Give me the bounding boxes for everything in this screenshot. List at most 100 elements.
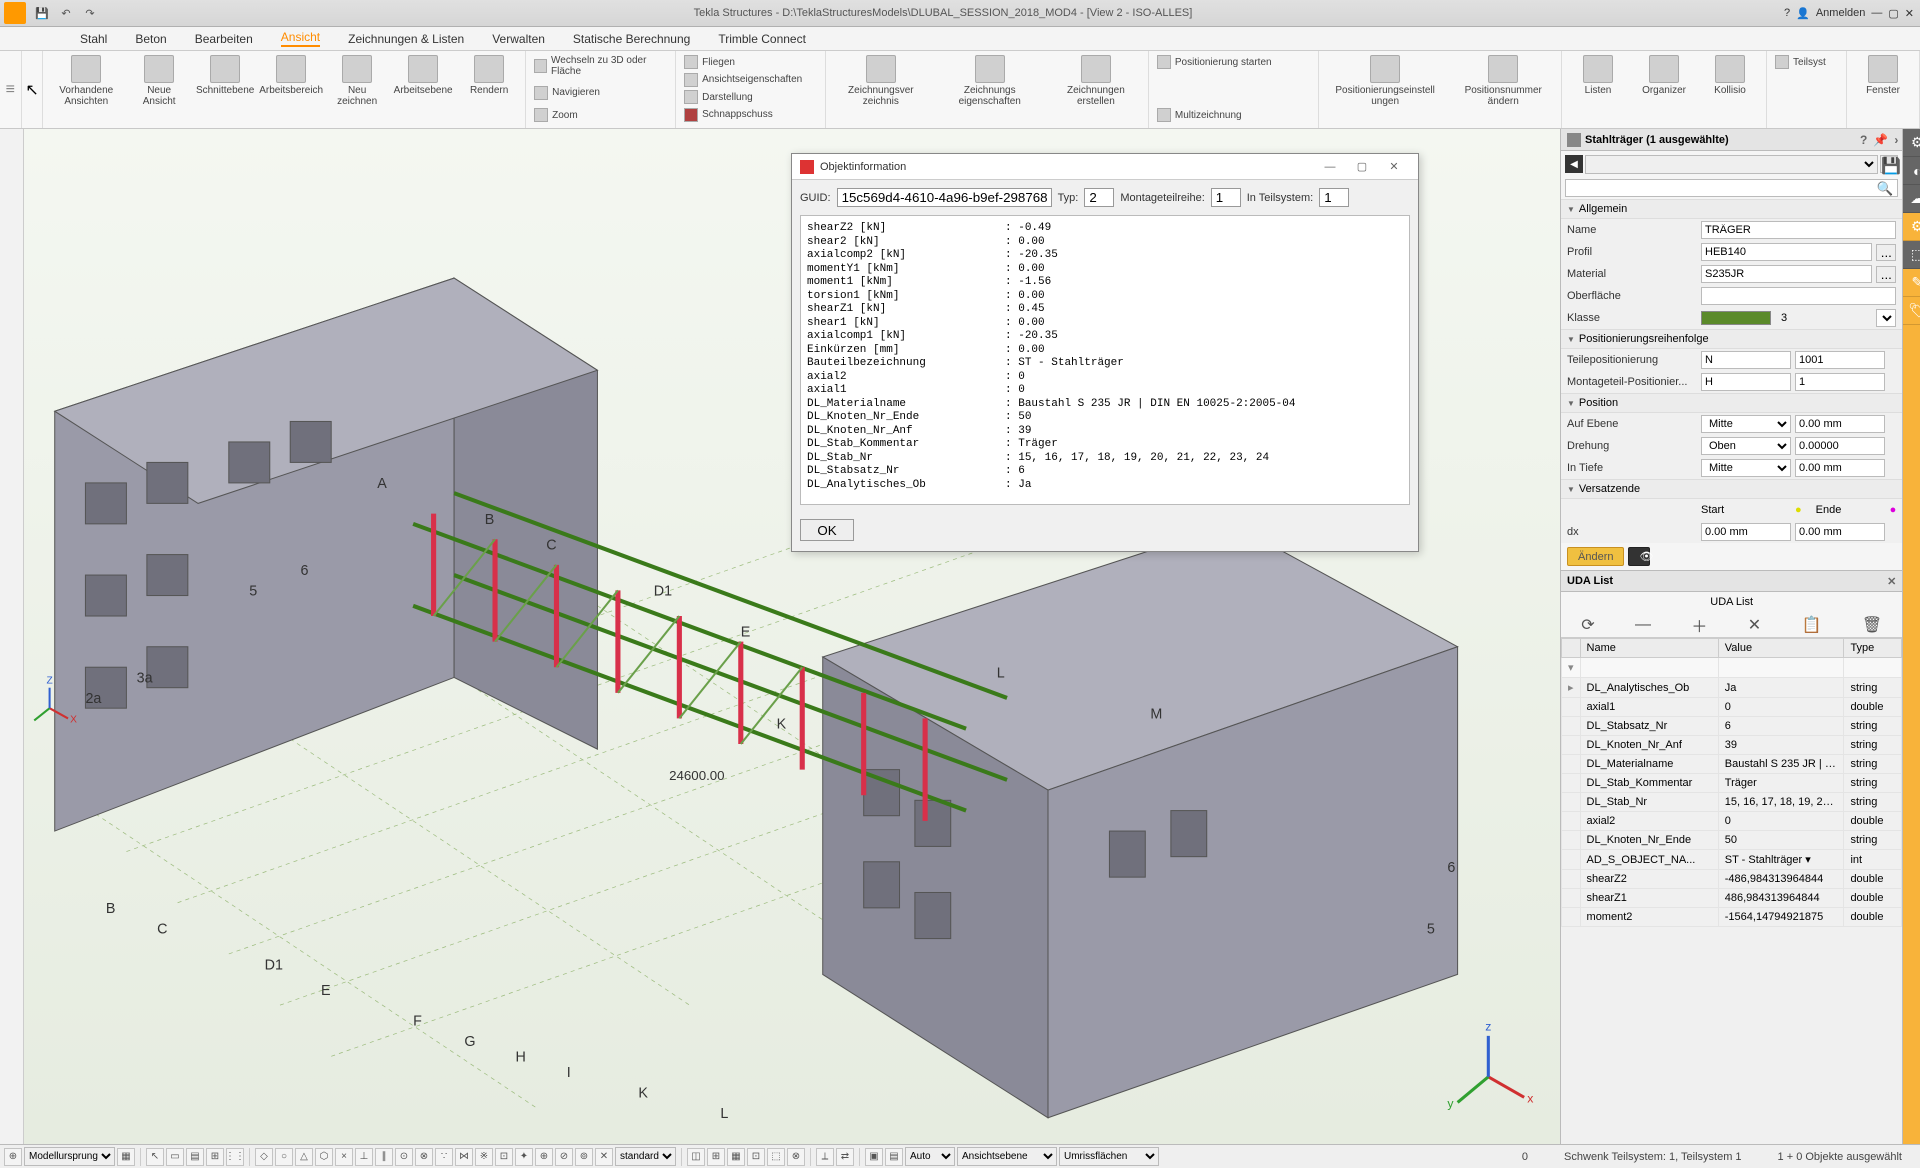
btn-teilsystem[interactable]: Teilsyst bbox=[1775, 55, 1838, 69]
sb-snap-13[interactable]: ⊡ bbox=[495, 1148, 513, 1166]
menu-beton[interactable]: Beton bbox=[135, 32, 166, 46]
sb-snap-2[interactable]: ○ bbox=[275, 1148, 293, 1166]
oberflaeche-input[interactable] bbox=[1701, 287, 1896, 305]
btn-zoom[interactable]: Zoom bbox=[534, 108, 667, 122]
sb-snap-15[interactable]: ⊕ bbox=[535, 1148, 553, 1166]
teilepos-a-input[interactable] bbox=[1701, 351, 1791, 369]
uda-row[interactable]: DL_Stab_KommentarTrägerstring bbox=[1562, 774, 1902, 793]
intiefe-val-input[interactable] bbox=[1795, 459, 1885, 477]
aufebene-select[interactable]: Mitte bbox=[1701, 415, 1791, 433]
dx-start-input[interactable] bbox=[1701, 523, 1791, 541]
uda-row[interactable]: DL_Knoten_Nr_Ende50string bbox=[1562, 831, 1902, 850]
section-positionierung[interactable]: Positionierungsreihenfolge bbox=[1561, 329, 1902, 349]
uda-trash-icon[interactable]: 🗑 bbox=[1862, 615, 1882, 635]
btn-navigieren[interactable]: Navigieren bbox=[534, 86, 667, 100]
btn-kollision[interactable]: Kollisio bbox=[1702, 55, 1758, 96]
section-versatzende[interactable]: Versatzende bbox=[1561, 479, 1902, 499]
sb-view-6[interactable]: ⊗ bbox=[787, 1148, 805, 1166]
sb-snap-14[interactable]: ✦ bbox=[515, 1148, 533, 1166]
mont-input[interactable] bbox=[1211, 188, 1241, 207]
drehung-val-input[interactable] bbox=[1795, 437, 1885, 455]
save-icon[interactable]: 💾 bbox=[33, 4, 51, 22]
tab-2-icon[interactable]: ◐ bbox=[1903, 157, 1920, 185]
btn-fenster[interactable]: Fenster bbox=[1855, 55, 1911, 96]
btn-wechseln[interactable]: Wechseln zu 3D oder Fläche bbox=[534, 55, 667, 77]
sb-snap-11[interactable]: ⋈ bbox=[455, 1148, 473, 1166]
sb-umriss-select[interactable]: Umrissflächen bbox=[1059, 1147, 1159, 1166]
btn-rendern[interactable]: Rendern bbox=[461, 55, 517, 96]
object-info-text[interactable]: shearZ2 [kN] : -0.49 shear2 [kN] : 0.00 … bbox=[800, 215, 1410, 505]
drehung-select[interactable]: Oben bbox=[1701, 437, 1791, 455]
uda-row[interactable]: DL_MaterialnameBaustahl S 235 JR | DIIst… bbox=[1562, 755, 1902, 774]
sb-tool-2[interactable]: ▭ bbox=[166, 1148, 184, 1166]
sb-snap-6[interactable]: ⊥ bbox=[355, 1148, 373, 1166]
tab-3-icon[interactable]: ☁ bbox=[1903, 185, 1920, 213]
sb-snap-4[interactable]: ⬡ bbox=[315, 1148, 333, 1166]
dialog-close-icon[interactable]: ✕ bbox=[1378, 160, 1410, 173]
uda-row[interactable]: moment2-1564,14794921875double bbox=[1562, 908, 1902, 927]
sb-snap-8[interactable]: ⊙ bbox=[395, 1148, 413, 1166]
dialog-minimize-icon[interactable]: — bbox=[1314, 161, 1346, 173]
sb-snap-12[interactable]: ※ bbox=[475, 1148, 493, 1166]
uda-row[interactable]: shearZ2-486,984313964844double bbox=[1562, 870, 1902, 889]
tab-7-icon[interactable]: 🏷 bbox=[1903, 297, 1920, 325]
menu-verwalten[interactable]: Verwalten bbox=[492, 32, 545, 46]
sb-view-4[interactable]: ⊡ bbox=[747, 1148, 765, 1166]
sb-snap-18[interactable]: ✕ bbox=[595, 1148, 613, 1166]
btn-darstellung[interactable]: Darstellung bbox=[684, 90, 817, 104]
sb-view-3[interactable]: ▦ bbox=[727, 1148, 745, 1166]
3d-viewport[interactable]: 2a3a 56 BCD1 EFG HIK LK LM 65 ABC D1E 24… bbox=[24, 129, 1560, 1144]
sb-snap-9[interactable]: ⊗ bbox=[415, 1148, 433, 1166]
uda-copy-icon[interactable]: 📋 bbox=[1802, 615, 1822, 635]
uda-remove-icon[interactable]: — bbox=[1635, 616, 1651, 634]
btn-zeichnungseigenschaften[interactable]: Zeichnungs eigenschaften bbox=[938, 55, 1042, 107]
help-icon[interactable]: ? bbox=[1860, 133, 1867, 147]
profil-browse-button[interactable]: ... bbox=[1876, 244, 1896, 261]
sb-tool-4[interactable]: ⊞ bbox=[206, 1148, 224, 1166]
undo-icon[interactable]: ↶ bbox=[57, 4, 75, 22]
sb-snap-5[interactable]: × bbox=[335, 1148, 353, 1166]
btn-positionsnummer[interactable]: Positionsnummer ändern bbox=[1453, 55, 1553, 107]
tab-1-icon[interactable]: ⚙ bbox=[1903, 129, 1920, 157]
sb-misc-1[interactable]: ⟂ bbox=[816, 1148, 834, 1166]
tab-4-icon[interactable]: ⚙ bbox=[1903, 213, 1920, 241]
name-input[interactable] bbox=[1701, 221, 1896, 239]
sb-modellursprung-select[interactable]: Modellursprung bbox=[24, 1147, 115, 1166]
sb-misc-4[interactable]: ▤ bbox=[885, 1148, 903, 1166]
sb-snap-3[interactable]: △ bbox=[295, 1148, 313, 1166]
uda-delete-icon[interactable]: ✕ bbox=[1748, 615, 1761, 635]
klasse-select[interactable] bbox=[1876, 309, 1896, 327]
pin-icon[interactable]: 📌 bbox=[1873, 133, 1888, 147]
uda-row[interactable]: DL_Stabsatz_Nr6string bbox=[1562, 717, 1902, 736]
sb-misc-2[interactable]: ⇄ bbox=[836, 1148, 854, 1166]
guid-input[interactable] bbox=[837, 188, 1052, 207]
minimize-icon[interactable]: — bbox=[1871, 7, 1882, 19]
section-allgemein[interactable]: Allgemein bbox=[1561, 199, 1902, 219]
uda-row[interactable]: AD_S_OBJECT_NA...ST - Stahlträger ▾int bbox=[1562, 850, 1902, 870]
dx-end-input[interactable] bbox=[1795, 523, 1885, 541]
expand-icon[interactable]: › bbox=[1894, 133, 1898, 147]
sb-view-2[interactable]: ⊞ bbox=[707, 1148, 725, 1166]
sb-ansichtsebene-select[interactable]: Ansichtsebene bbox=[957, 1147, 1057, 1166]
menu-statische[interactable]: Statische Berechnung bbox=[573, 32, 690, 46]
uda-row[interactable]: axial10double bbox=[1562, 698, 1902, 717]
btn-listen[interactable]: Listen bbox=[1570, 55, 1626, 96]
btn-zeichnungen-erstellen[interactable]: Zeichnungen erstellen bbox=[1052, 55, 1140, 107]
sb-view-1[interactable]: ◫ bbox=[687, 1148, 705, 1166]
menu-bearbeiten[interactable]: Bearbeiten bbox=[195, 32, 253, 46]
uda-table[interactable]: Name Value Type ▾ ▸DL_Analytisches_ObJas… bbox=[1561, 638, 1902, 1144]
sb-auto-select[interactable]: Auto bbox=[905, 1147, 955, 1166]
preset-select[interactable] bbox=[1585, 155, 1878, 174]
sb-view-5[interactable]: ⬚ bbox=[767, 1148, 785, 1166]
btn-vorhandene-ansichten[interactable]: Vorhandene Ansichten bbox=[51, 55, 121, 107]
tab-5-icon[interactable]: ⬚ bbox=[1903, 241, 1920, 269]
montpos-a-input[interactable] bbox=[1701, 373, 1791, 391]
btn-ansichtseig[interactable]: Ansichtseigenschaften bbox=[684, 73, 817, 87]
sb-standard-select[interactable]: standard bbox=[615, 1147, 676, 1166]
uda-row[interactable]: ▸DL_Analytisches_ObJastring bbox=[1562, 678, 1902, 698]
btn-multizeichnung[interactable]: Multizeichnung bbox=[1157, 108, 1310, 122]
dialog-ok-button[interactable]: OK bbox=[800, 519, 854, 541]
btn-arbeitsebene[interactable]: Arbeitsebene bbox=[395, 55, 451, 96]
btn-organizer[interactable]: Organizer bbox=[1636, 55, 1692, 96]
sb-snap-16[interactable]: ⊘ bbox=[555, 1148, 573, 1166]
